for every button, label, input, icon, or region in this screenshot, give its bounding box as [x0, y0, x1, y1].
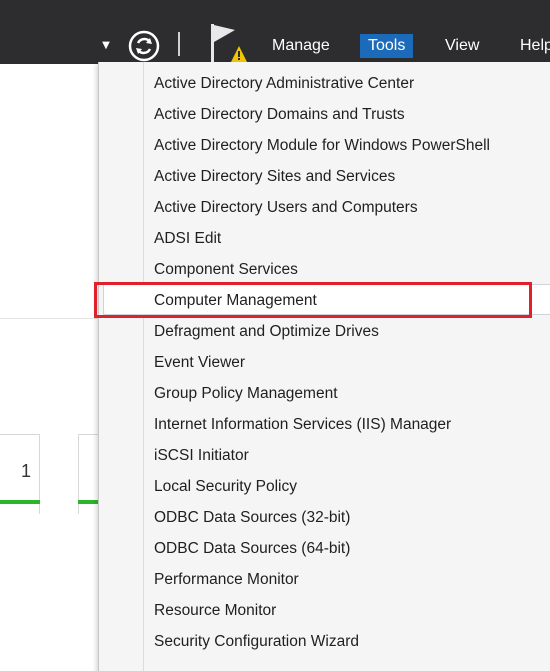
dropdown-arrow-icon[interactable]: ▼ [100, 40, 112, 52]
tile-count: 1 [21, 461, 32, 481]
menu-manage[interactable]: Manage [264, 34, 338, 58]
menu-item-odbc-64[interactable]: ODBC Data Sources (64-bit) [99, 533, 550, 564]
toolbar-separator [178, 32, 180, 56]
tile-status-bar [78, 500, 98, 504]
menu-item-performance-monitor[interactable]: Performance Monitor [99, 564, 550, 595]
menu-item-iscsi-initiator[interactable]: iSCSI Initiator [99, 440, 550, 471]
menu-item-resource-monitor[interactable]: Resource Monitor [99, 595, 550, 626]
menu-item-adsi-edit[interactable]: ADSI Edit [99, 223, 550, 254]
menu-item-iis-manager[interactable]: Internet Information Services (IIS) Mana… [99, 409, 550, 440]
menu-item-ad-sites-services[interactable]: Active Directory Sites and Services [99, 161, 550, 192]
menu-item-ad-powershell[interactable]: Active Directory Module for Windows Powe… [99, 130, 550, 161]
tools-menu: Active Directory Administrative Center A… [98, 62, 550, 671]
menu-item-ad-domains-trusts[interactable]: Active Directory Domains and Trusts [99, 99, 550, 130]
refresh-icon[interactable] [128, 30, 160, 62]
flag-warning-icon[interactable] [207, 22, 247, 64]
menu-item-ad-users-computers[interactable]: Active Directory Users and Computers [99, 192, 550, 223]
menu-view[interactable]: View [437, 34, 487, 58]
menu-item-group-policy[interactable]: Group Policy Management [99, 378, 550, 409]
menu-tools[interactable]: Tools [360, 34, 414, 58]
menu-item-local-security-policy[interactable]: Local Security Policy [99, 471, 550, 502]
menu-item-ad-admin-center[interactable]: Active Directory Administrative Center [99, 68, 550, 99]
menu-help[interactable]: Help [512, 34, 550, 58]
menu-item-defragment[interactable]: Defragment and Optimize Drives [99, 316, 550, 347]
menu-item-odbc-32[interactable]: ODBC Data Sources (32-bit) [99, 502, 550, 533]
server-manager-toolbar: ▼ Manage Tools View Help [0, 0, 550, 64]
menu-item-security-config-wizard[interactable]: Security Configuration Wizard [99, 626, 550, 657]
menu-item-event-viewer[interactable]: Event Viewer [99, 347, 550, 378]
menu-item-component-services[interactable]: Component Services [99, 254, 550, 285]
tile-status-bar [0, 500, 40, 504]
menu-item-computer-management[interactable]: Computer Management [103, 284, 550, 315]
